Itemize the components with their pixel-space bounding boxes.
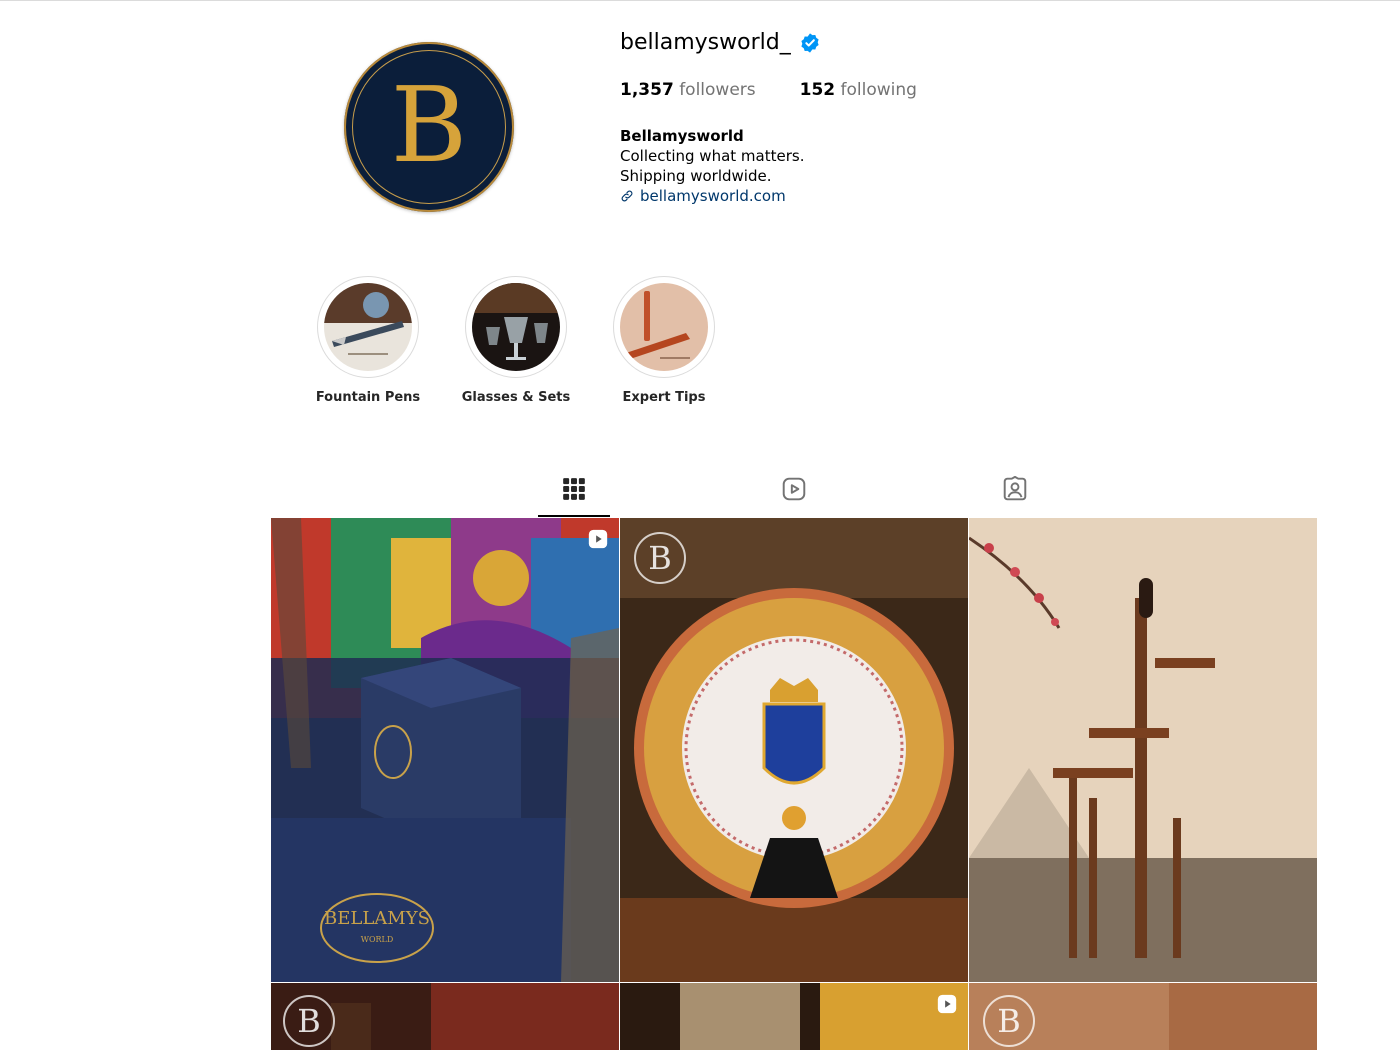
highlight-ring <box>465 276 567 378</box>
top-divider <box>0 0 1400 1</box>
followers-link[interactable]: 1,357 followers <box>620 80 756 100</box>
website-link[interactable]: bellamysworld.com <box>620 186 804 206</box>
reels-icon <box>782 477 806 501</box>
highlight-ring <box>317 276 419 378</box>
post-tile[interactable]: BELLAMYS WORLD <box>271 518 619 982</box>
grid-icon <box>563 478 585 500</box>
highlight-fountain-pens[interactable]: Fountain Pens <box>308 276 428 405</box>
link-icon <box>621 190 633 202</box>
highlight-label: Glasses & Sets <box>461 390 571 405</box>
highlight-label: Expert Tips <box>622 390 706 405</box>
highlight-cover-expert-tips <box>620 283 708 371</box>
reel-badge-icon <box>588 529 608 549</box>
post-image <box>969 518 1317 982</box>
tab-posts[interactable] <box>538 476 610 517</box>
post-tile[interactable] <box>969 518 1317 982</box>
reel-badge-icon <box>937 994 957 1014</box>
bio-name: Bellamysworld <box>620 127 744 145</box>
posts-grid: BELLAMYS WORLD B B B <box>271 518 1317 1050</box>
avatar-ring <box>352 50 506 204</box>
bio-line: Collecting what matters. <box>620 147 805 165</box>
post-tile[interactable] <box>620 983 968 1050</box>
highlight-expert-tips[interactable]: Expert Tips <box>604 276 724 405</box>
brand-watermark-icon: B <box>283 995 335 1047</box>
post-tile[interactable]: B <box>969 983 1317 1050</box>
website-link-text: bellamysworld.com <box>640 187 786 205</box>
bio-line: Shipping worldwide. <box>620 167 772 185</box>
post-tile[interactable]: B <box>620 518 968 982</box>
tab-reels[interactable] <box>758 476 830 516</box>
profile-avatar[interactable]: B <box>344 42 514 212</box>
following-label: following <box>840 80 917 100</box>
highlight-label: Fountain Pens <box>315 390 421 405</box>
followers-count: 1,357 <box>620 80 674 100</box>
followers-label: followers <box>679 80 756 100</box>
brand-watermark-icon: B <box>634 532 686 584</box>
highlight-cover-glasses-sets <box>472 283 560 371</box>
profile-tabs <box>271 476 1317 518</box>
highlight-cover-fountain-pens <box>324 283 412 371</box>
profile-username: bellamysworld_ <box>620 30 791 55</box>
highlight-glasses-sets[interactable]: Glasses & Sets <box>456 276 576 405</box>
following-link[interactable]: 152 following <box>800 80 917 100</box>
tagged-icon <box>1003 476 1027 501</box>
profile-stats: 1,357 followers 152 following <box>620 80 917 100</box>
tab-tagged[interactable] <box>979 476 1051 516</box>
post-image <box>620 983 968 1050</box>
following-count: 152 <box>799 80 836 100</box>
post-image: BELLAMYS WORLD <box>271 518 619 982</box>
verified-badge-icon <box>801 32 819 53</box>
box-brand-text: BELLAMYS <box>324 908 430 929</box>
box-brand-subtext: WORLD <box>361 935 394 944</box>
post-tile[interactable]: B <box>271 983 619 1050</box>
profile-bio: Bellamysworld Collecting what matters. S… <box>620 126 804 206</box>
profile-username-row: bellamysworld_ <box>620 30 821 55</box>
highlight-ring <box>613 276 715 378</box>
brand-watermark-icon: B <box>983 995 1035 1047</box>
post-image <box>620 518 968 982</box>
